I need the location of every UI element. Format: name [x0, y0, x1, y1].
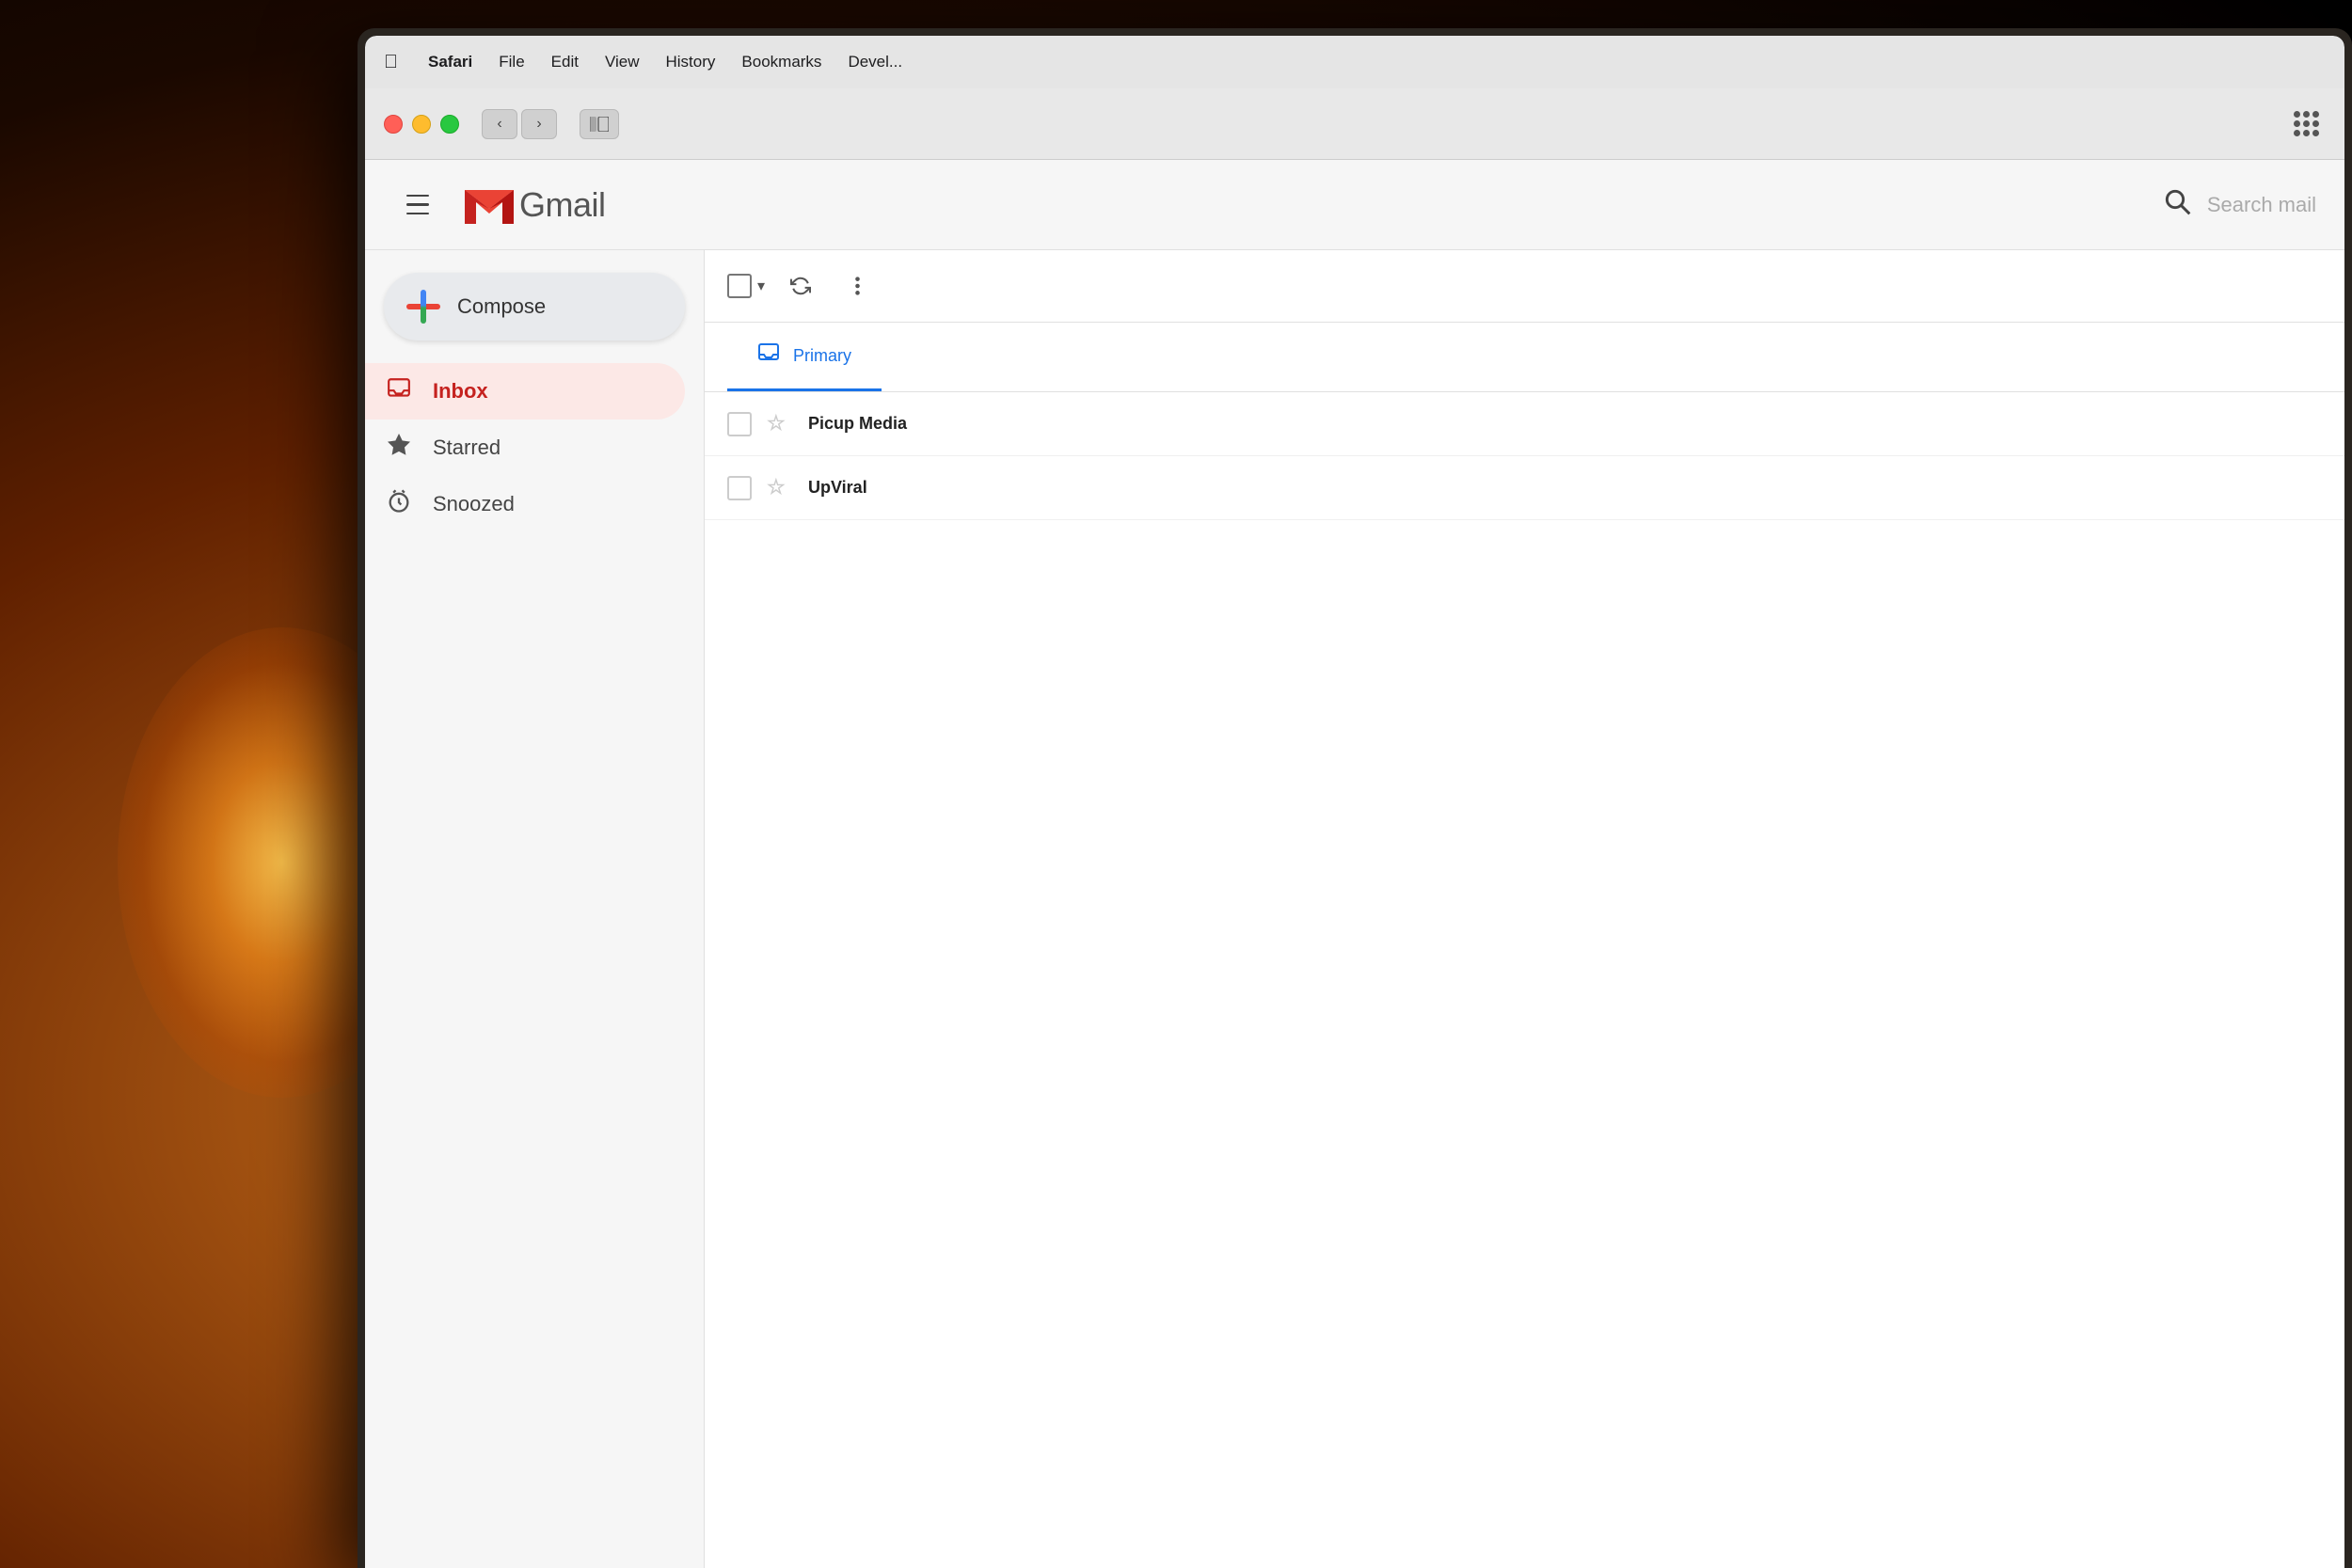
sidebar-item-snoozed[interactable]: Snoozed [365, 476, 685, 532]
compose-button[interactable]: Compose [384, 273, 685, 341]
email-sender: UpViral [808, 478, 1015, 498]
hamburger-button[interactable] [393, 181, 442, 230]
more-options-button[interactable] [836, 265, 878, 307]
maximize-button[interactable] [440, 115, 459, 134]
email-list: ☆ Picup Media ☆ UpViral [705, 392, 2344, 1568]
apple-menu-icon[interactable]:  [384, 52, 398, 73]
sidebar-toggle-button[interactable] [580, 109, 619, 139]
menubar-edit[interactable]: Edit [551, 53, 579, 71]
menubar-bookmarks[interactable]: Bookmarks [741, 53, 821, 71]
primary-tab-icon [757, 341, 780, 370]
star-icon [384, 433, 414, 464]
gmail-logo: Gmail [465, 185, 606, 225]
traffic-lights [384, 115, 459, 134]
email-row[interactable]: ☆ UpViral [705, 456, 2344, 520]
grid-icon-button[interactable] [2286, 109, 2326, 139]
email-sender: Picup Media [808, 414, 1015, 434]
snoozed-icon [384, 488, 414, 521]
gmail-tabs: Primary [705, 323, 2344, 392]
menubar-history[interactable]: History [666, 53, 716, 71]
inbox-label: Inbox [433, 379, 488, 404]
snoozed-label: Snoozed [433, 492, 515, 516]
starred-label: Starred [433, 436, 501, 460]
search-icon [2162, 186, 2192, 223]
macos-menubar:  Safari File Edit View History Bookmark… [365, 36, 2344, 88]
search-input-placeholder[interactable]: Search mail [2207, 193, 2316, 217]
hamburger-icon [406, 213, 429, 215]
hamburger-icon [406, 203, 429, 206]
gmail-toolbar: ▾ [705, 250, 2344, 323]
star-icon[interactable]: ☆ [767, 411, 793, 437]
gmail-search-area: Search mail [2162, 186, 2316, 223]
forward-button[interactable]: › [521, 109, 557, 139]
screen-bezel:  Safari File Edit View History Bookmark… [365, 36, 2344, 1568]
menubar-safari[interactable]: Safari [428, 53, 472, 71]
gmail-main: Compose Inbox [365, 250, 2344, 1568]
email-checkbox[interactable] [727, 476, 752, 500]
browser-content: Gmail Search mail [365, 160, 2344, 1568]
sidebar-icon [590, 117, 609, 132]
forward-icon: › [536, 116, 541, 133]
menubar-file[interactable]: File [499, 53, 524, 71]
laptop-frame:  Safari File Edit View History Bookmark… [358, 28, 2352, 1568]
email-row[interactable]: ☆ Picup Media [705, 392, 2344, 456]
gmail-header: Gmail Search mail [365, 160, 2344, 250]
back-icon: ‹ [497, 116, 501, 133]
hamburger-icon [406, 195, 429, 198]
inbox-icon [384, 376, 414, 407]
email-checkbox[interactable] [727, 412, 752, 436]
select-dropdown-button[interactable]: ▾ [757, 277, 765, 295]
back-button[interactable]: ‹ [482, 109, 517, 139]
menubar-devel[interactable]: Devel... [848, 53, 902, 71]
grid-icon [2294, 111, 2319, 136]
gmail-sidebar: Compose Inbox [365, 250, 704, 1568]
tab-primary[interactable]: Primary [727, 323, 882, 391]
gmail-content-area: ▾ [704, 250, 2344, 1568]
gmail-m-logo [465, 186, 514, 224]
close-button[interactable] [384, 115, 403, 134]
browser-toolbar: ‹ › [365, 88, 2344, 160]
sidebar-item-starred[interactable]: Starred [365, 420, 685, 476]
compose-label: Compose [457, 294, 546, 319]
menubar-view[interactable]: View [605, 53, 640, 71]
star-icon[interactable]: ☆ [767, 475, 793, 501]
refresh-button[interactable] [780, 265, 821, 307]
primary-tab-label: Primary [793, 346, 851, 366]
minimize-button[interactable] [412, 115, 431, 134]
sidebar-item-inbox[interactable]: Inbox [365, 363, 685, 420]
select-all-checkbox[interactable] [727, 274, 752, 298]
gmail-text-label: Gmail [519, 185, 606, 225]
nav-buttons: ‹ › [482, 109, 557, 139]
compose-plus-icon [406, 290, 440, 324]
